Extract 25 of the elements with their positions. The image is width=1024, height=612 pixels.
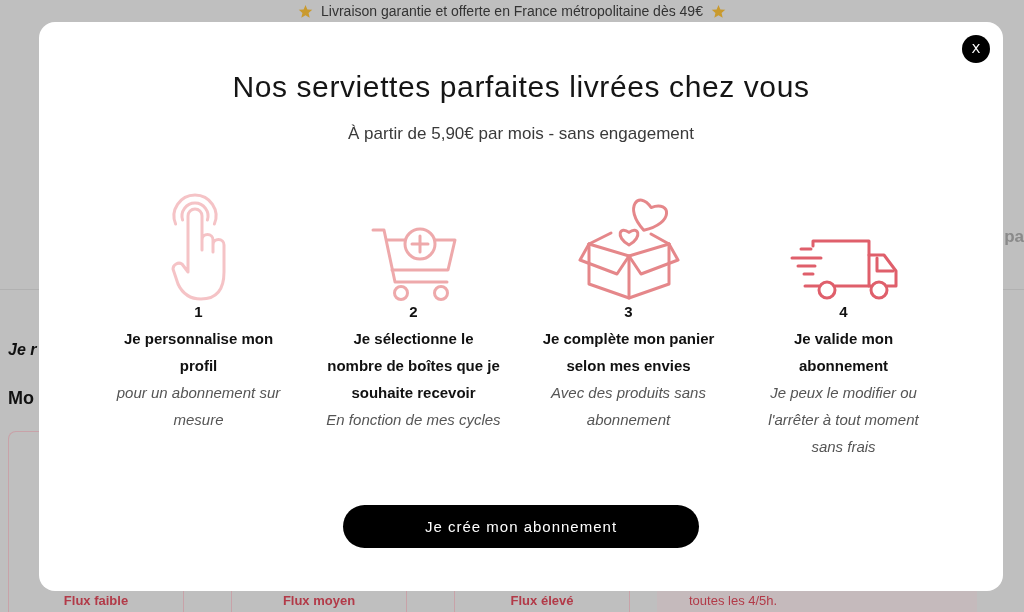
step-number: 2 [409, 302, 418, 322]
subscribe-button[interactable]: Je crée mon abonnement [343, 505, 699, 548]
star-icon [710, 3, 726, 19]
subsection-heading: Mo [8, 387, 34, 409]
step-title: Je sélectionne le nombre de boîtes que je souhaite recevoir [326, 329, 501, 403]
step-title: Je valide mon abonnement [792, 329, 895, 376]
step-description: Je peux le modifier ou l'arrêter à tout moment sans frais [767, 383, 920, 457]
step-description: pour un abonnement sur mesure [115, 383, 282, 430]
star-icon [298, 3, 314, 19]
step-number: 3 [624, 302, 633, 322]
step-title: Je complète mon panier selon mes envies [541, 329, 716, 376]
step-number: 1 [194, 302, 203, 322]
modal-title: Nos serviettes parfaites livrées chez vous [232, 69, 810, 105]
note-text: toutes les 4/5h. [689, 593, 778, 609]
step-number: 4 [839, 302, 848, 322]
step-description: Avec des produits sans abonnement [549, 383, 707, 430]
option-label: Flux moyen [282, 593, 356, 609]
close-button[interactable]: X [962, 35, 990, 63]
option-label: Flux élevé [510, 593, 574, 609]
option-label: Flux faible [63, 593, 129, 609]
modal-subtitle: À partir de 5,90€ par mois - sans engagement [348, 123, 694, 145]
section-heading: Je r [8, 340, 37, 360]
banner-text: Livraison garantie et offerte en France métropolitaine dès 49€ [321, 2, 703, 20]
step-description: En fonction de mes cycles [326, 410, 501, 430]
step-title: Je personnalise mon profil [122, 329, 275, 376]
